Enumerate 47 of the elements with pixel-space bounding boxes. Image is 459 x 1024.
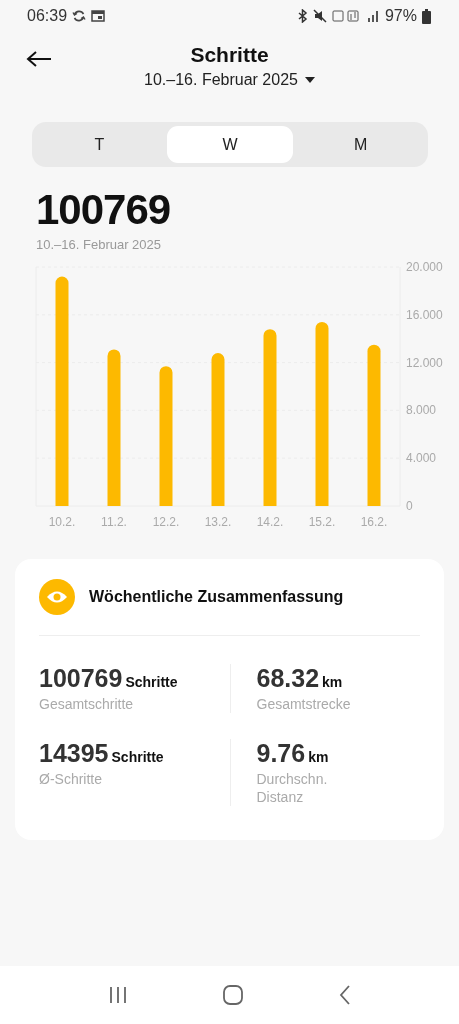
x-axis-label: 14.2. [256, 515, 284, 529]
stat-label: Gesamtstrecke [256, 695, 352, 713]
x-axis-label: 13.2. [204, 515, 232, 529]
y-axis-label: 0 [406, 499, 413, 513]
stat-value: 14395 [39, 739, 109, 768]
x-axis-label: 12.2. [152, 515, 180, 529]
period-tab[interactable]: T [36, 126, 163, 163]
recent-apps-icon[interactable] [107, 986, 128, 1004]
calendar-icon [91, 10, 106, 22]
stat-value: 9.76 [256, 739, 306, 768]
caret-icon[interactable] [304, 77, 315, 83]
period-selector[interactable]: 10.–16. Februar 2025 [144, 71, 298, 89]
period-tab[interactable]: W [166, 126, 294, 163]
x-axis-label: 10.2. [48, 515, 76, 529]
stat-label: Durchschn. Distanz [256, 770, 329, 806]
y-axis-label: 8.000 [406, 403, 437, 418]
network-icon [331, 9, 362, 23]
y-axis-label: 16.000 [406, 307, 443, 322]
page-title: Schritte [190, 42, 269, 68]
mute-icon [312, 9, 327, 23]
clock-time: 06:39 [27, 7, 68, 25]
back-icon[interactable] [339, 985, 352, 1005]
y-axis-label: 12.000 [406, 355, 443, 370]
x-axis-label: 11.2. [101, 515, 127, 529]
stat-unit: Schritte [125, 674, 178, 690]
battery-icon [422, 8, 431, 24]
x-axis-label: 16.2. [360, 515, 388, 529]
stat-label: Gesamtschritte [39, 695, 135, 713]
battery-percent: 97% [384, 7, 417, 25]
summary-title: Wöchentliche Zusammenfassung [89, 588, 344, 606]
signal-icon [366, 10, 380, 22]
stat-unit: km [308, 749, 329, 765]
x-axis-label: 15.2. [308, 515, 336, 529]
period-label: 10.–16. Februar 2025 [36, 237, 162, 252]
y-axis-label: 4.000 [406, 451, 437, 466]
stat-unit: Schritte [111, 749, 164, 765]
stat-value: 100769 [39, 664, 123, 693]
eye-icon [39, 579, 75, 615]
bluetooth-icon [296, 9, 308, 23]
y-axis-label: 20.000 [406, 260, 443, 274]
stat-label: Ø-Schritte [39, 770, 103, 788]
total-steps: 100769 [36, 187, 171, 233]
stat-value: 68.32 [256, 664, 320, 693]
stat-unit: km [322, 674, 343, 690]
period-tab[interactable]: M [297, 126, 424, 163]
home-icon[interactable] [223, 985, 244, 1005]
sync-icon [72, 9, 87, 23]
